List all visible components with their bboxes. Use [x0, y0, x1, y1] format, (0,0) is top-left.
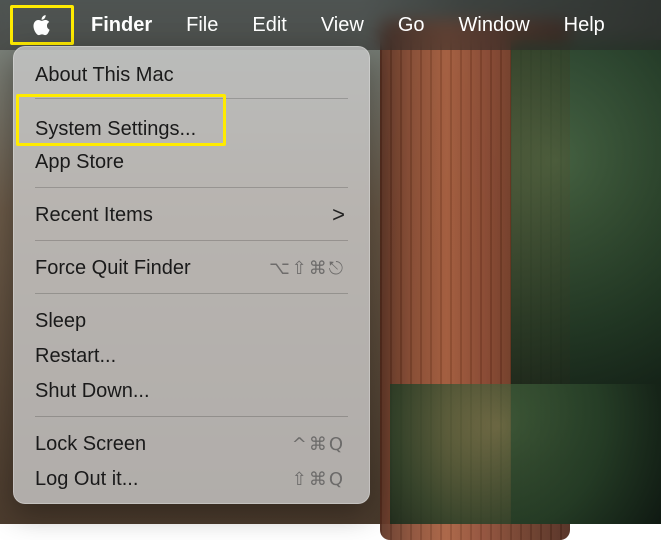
menu-item-lock-screen[interactable]: Lock Screen ^⌘Q: [14, 428, 369, 460]
menu-separator: [35, 187, 348, 188]
menu-separator: [35, 293, 348, 294]
menu-separator: [35, 416, 348, 417]
keyboard-shortcut: ^⌘Q: [291, 433, 345, 455]
wallpaper-foliage-bottom: [390, 384, 661, 524]
menu-item-label: Sleep: [35, 309, 87, 332]
menu-item-label: Log Out it...: [35, 467, 139, 490]
menubar-finder[interactable]: Finder: [74, 0, 169, 50]
menubar-edit[interactable]: Edit: [235, 0, 303, 50]
apple-menu-dropdown: About This Mac System Settings... App St…: [13, 46, 370, 504]
menu-item-label: Restart...: [35, 344, 117, 367]
menu-item-sleep[interactable]: Sleep: [14, 305, 369, 337]
menu-item-system-settings[interactable]: System Settings...: [14, 113, 369, 145]
menu-item-log-out[interactable]: Log Out it... ⇧⌘Q: [14, 463, 369, 495]
keyboard-shortcut: ⌥⇧⌘⎋: [268, 257, 345, 279]
chevron-right-icon: >: [332, 202, 345, 227]
menubar-window[interactable]: Window: [442, 0, 547, 50]
menubar-view[interactable]: View: [304, 0, 381, 50]
menubar-file[interactable]: File: [169, 0, 235, 50]
menu-item-recent-items[interactable]: Recent Items >: [14, 199, 369, 231]
menubar-help[interactable]: Help: [547, 0, 622, 50]
apple-logo-icon: [33, 15, 50, 36]
menu-item-app-store[interactable]: App Store: [14, 146, 369, 178]
menu-item-label: About This Mac: [35, 63, 174, 86]
menu-item-shut-down[interactable]: Shut Down...: [14, 375, 369, 407]
menu-item-label: Lock Screen: [35, 432, 147, 455]
menu-item-force-quit-finder[interactable]: Force Quit Finder ⌥⇧⌘⎋: [14, 252, 369, 284]
menu-item-label: Force Quit Finder: [35, 256, 191, 279]
menu-separator: [35, 240, 348, 241]
menu-item-label: Recent Items: [35, 203, 153, 226]
menu-item-label: Shut Down...: [35, 379, 150, 402]
menu-separator: [35, 98, 348, 99]
menu-bar: Finder File Edit View Go Window Help: [0, 0, 661, 50]
apple-menu-button[interactable]: [10, 5, 74, 45]
menu-item-label: App Store: [35, 150, 124, 173]
menu-item-label: System Settings...: [35, 117, 197, 140]
menubar-go[interactable]: Go: [381, 0, 442, 50]
menu-item-restart[interactable]: Restart...: [14, 340, 369, 372]
menu-item-about-this-mac[interactable]: About This Mac: [14, 59, 369, 91]
keyboard-shortcut: ⇧⌘Q: [291, 468, 345, 490]
